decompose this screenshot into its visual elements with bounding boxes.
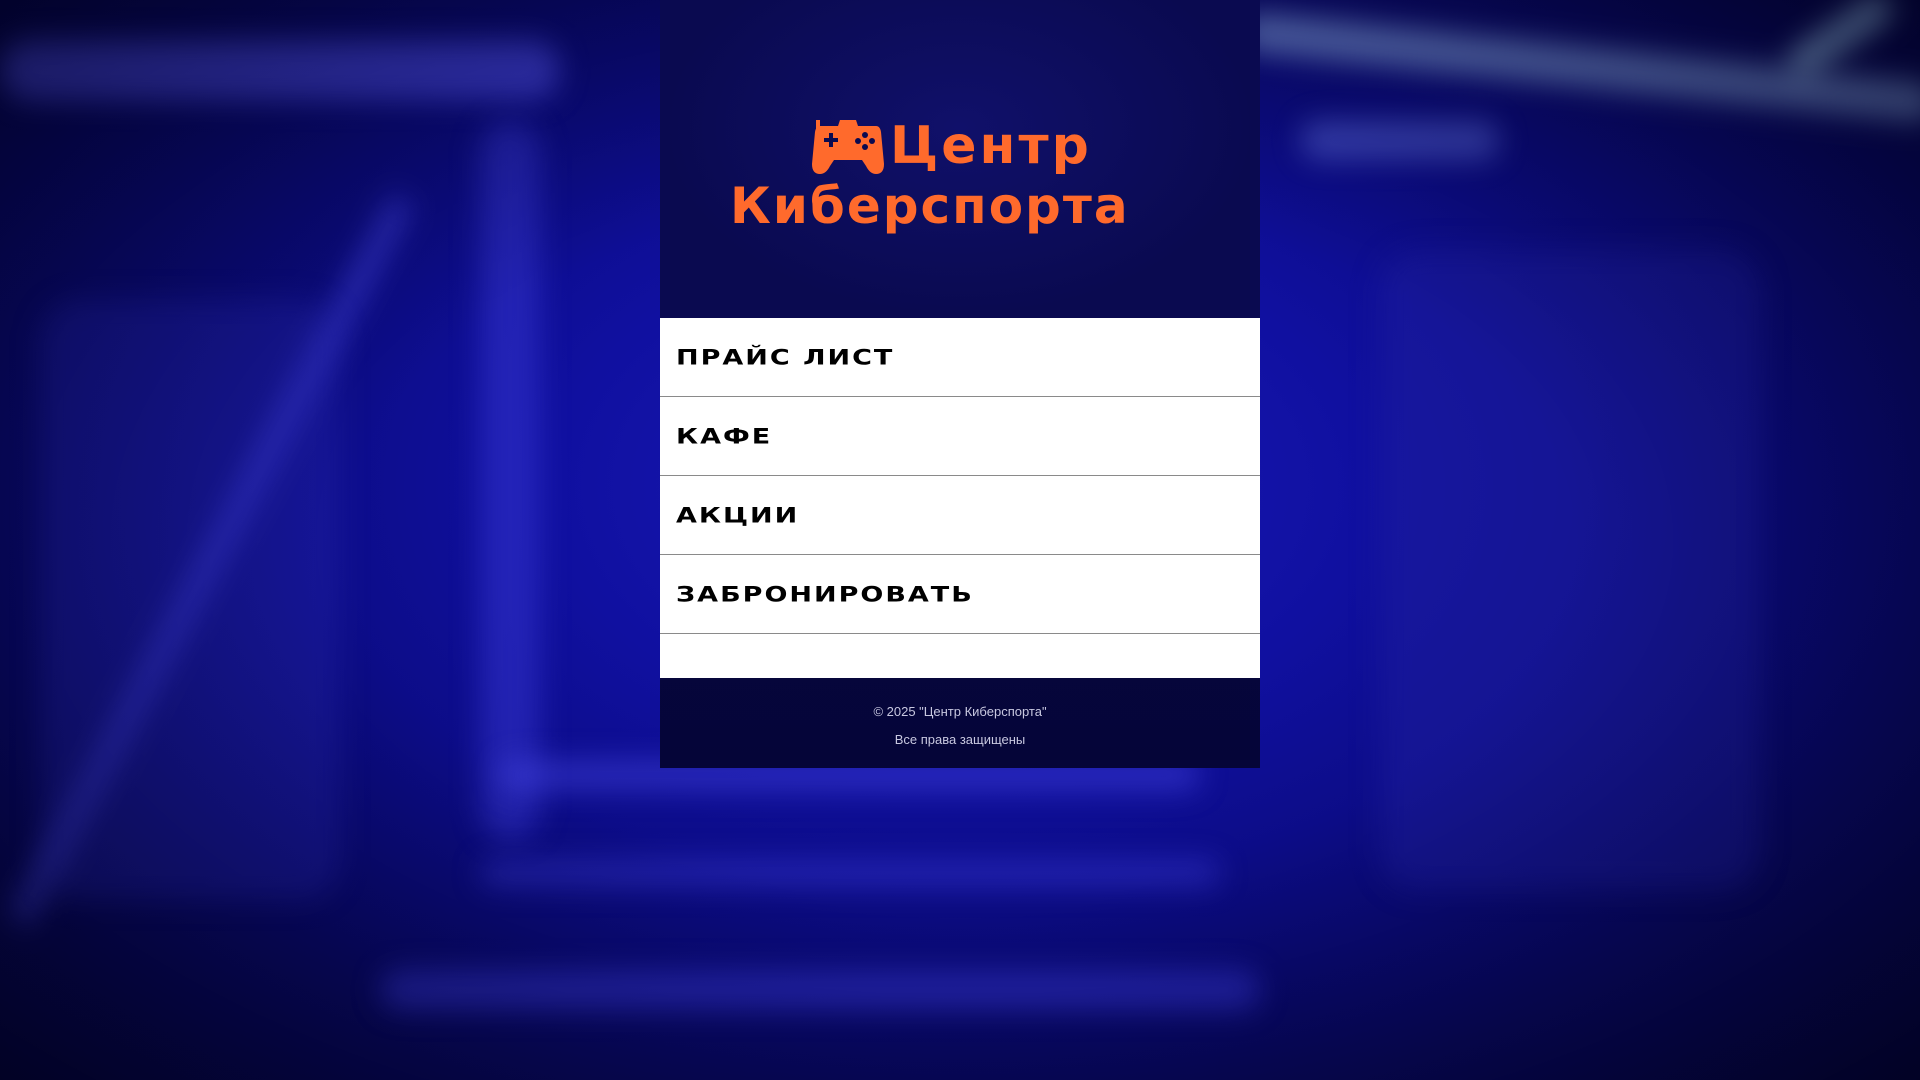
menu-item-cafe[interactable]: Кафе	[660, 397, 1260, 476]
logo-text-line1: Центр	[890, 116, 1092, 176]
main-panel: Центр Киберспорта Прайс лист Кафе Акции …	[660, 0, 1260, 768]
menu-item-book[interactable]: Забронировать	[660, 555, 1260, 634]
menu-item-label: Акции	[676, 502, 800, 528]
menu-item-label: Прайс лист	[676, 344, 895, 370]
gamepad-icon	[812, 120, 884, 174]
logo[interactable]: Центр Киберспорта	[730, 112, 1190, 242]
menu-item-price-list[interactable]: Прайс лист	[660, 318, 1260, 397]
menu-item-label: Кафе	[676, 423, 773, 449]
logo-text-line2: Киберспорта	[730, 177, 1130, 235]
menu-item-promotions[interactable]: Акции	[660, 476, 1260, 555]
header: Центр Киберспорта	[660, 0, 1260, 318]
main-menu: Прайс лист Кафе Акции Забронировать	[660, 318, 1260, 678]
menu-item-label: Забронировать	[676, 581, 974, 607]
footer: © 2025 "Центр Киберспорта" Все права защ…	[660, 678, 1260, 754]
copyright-text: © 2025 "Центр Киберспорта"	[873, 704, 1047, 719]
rights-text: Все права защищены	[894, 732, 1026, 747]
